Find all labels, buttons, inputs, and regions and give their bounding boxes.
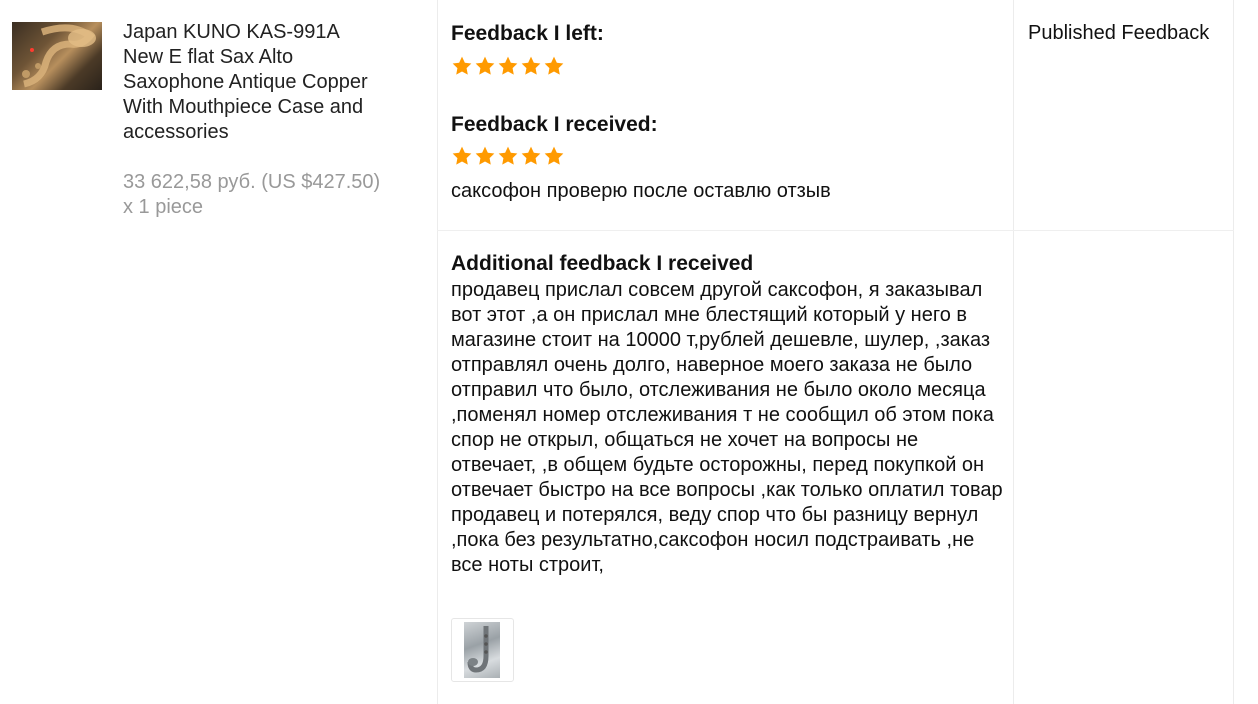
star-icon bbox=[544, 56, 564, 75]
star-icon bbox=[452, 56, 472, 75]
published-feedback-status: Published Feedback bbox=[1028, 22, 1210, 44]
star-icon bbox=[498, 56, 518, 75]
attachment-thumbnail[interactable] bbox=[451, 618, 514, 682]
star-icon bbox=[475, 146, 495, 165]
feedback-received-rating bbox=[451, 145, 565, 167]
saxophone-photo bbox=[464, 622, 500, 678]
row-divider bbox=[437, 230, 1234, 231]
star-icon bbox=[544, 146, 564, 165]
product-title[interactable]: Japan KUNO KAS-991A New E flat Sax Alto … bbox=[123, 20, 383, 145]
feedback-received-comment: саксофон проверю после оставлю отзыв bbox=[451, 180, 831, 202]
star-icon bbox=[498, 146, 518, 165]
star-icon bbox=[452, 146, 472, 165]
column-divider bbox=[1233, 0, 1234, 704]
column-divider bbox=[1013, 0, 1014, 704]
star-icon bbox=[521, 56, 541, 75]
additional-feedback-text: продавец прислал совсем другой саксофон,… bbox=[451, 279, 1003, 576]
feedback-left-heading: Feedback I left: bbox=[451, 22, 604, 45]
feedback-received-heading: Feedback I received: bbox=[451, 113, 658, 136]
additional-feedback-heading: Additional feedback I received bbox=[451, 252, 754, 275]
saxophone-image[interactable] bbox=[12, 22, 102, 90]
product-price: 33 622,58 руб. (US $427.50) x 1 piece bbox=[123, 171, 381, 218]
feedback-left-rating bbox=[451, 55, 565, 77]
star-icon bbox=[475, 56, 495, 75]
star-icon bbox=[521, 146, 541, 165]
column-divider bbox=[437, 0, 438, 704]
